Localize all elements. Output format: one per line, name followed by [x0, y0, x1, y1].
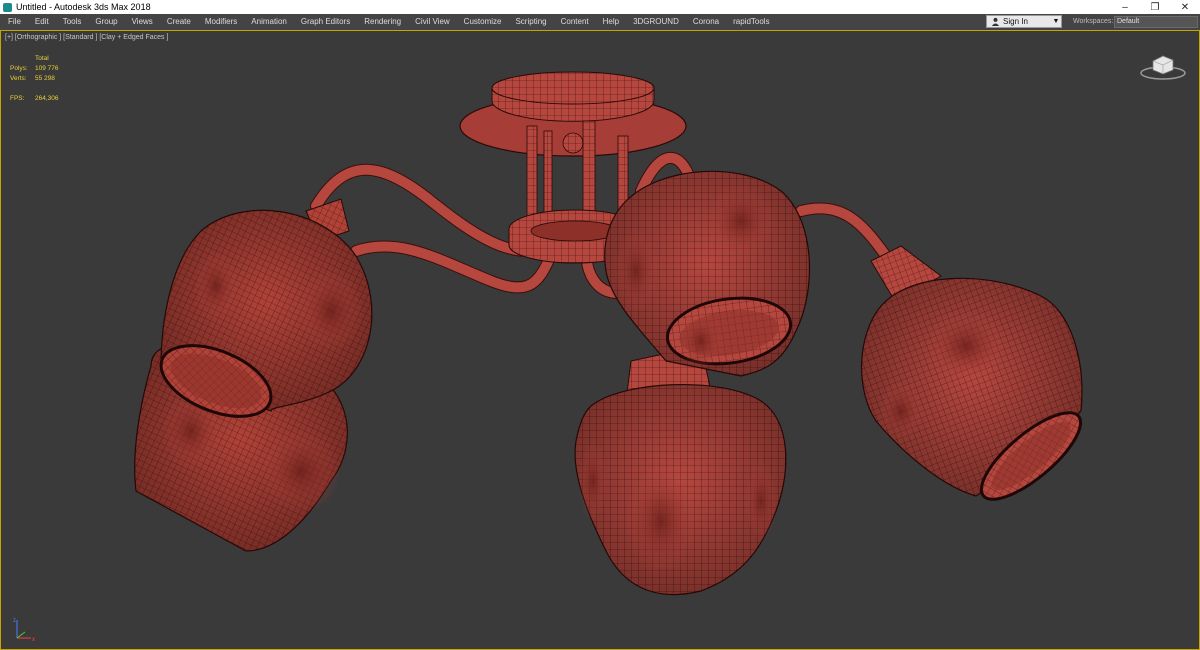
menu-tools[interactable]: Tools [56, 14, 89, 30]
menu-scripting[interactable]: Scripting [508, 14, 553, 30]
fps-value: 264,306 [35, 95, 59, 102]
menu-group[interactable]: Group [88, 14, 124, 30]
title-bar: Untitled - Autodesk 3ds Max 2018 – ❐ ✕ [0, 0, 1200, 14]
lamp-shade-center-front [574, 384, 787, 596]
menu-help[interactable]: Help [596, 14, 626, 30]
axis-x-label: x [32, 637, 35, 643]
verts-value: 55 298 [35, 75, 55, 82]
menu-views[interactable]: Views [125, 14, 160, 30]
workspaces-label: Workspaces: [1073, 18, 1114, 25]
viewcube-icon[interactable] [1139, 51, 1187, 81]
axis-tripod-icon: z x [11, 614, 41, 644]
workspaces-select[interactable]: Default [1114, 16, 1198, 28]
restore-button[interactable]: ❐ [1140, 0, 1170, 14]
fps-label: FPS: [10, 95, 25, 102]
menu-create[interactable]: Create [160, 14, 198, 30]
viewport-label-menu[interactable]: [+] [Orthographic ] [Standard ] [Clay + … [5, 34, 168, 41]
lamp-shade-upper-center [604, 170, 811, 377]
menu-edit[interactable]: Edit [28, 14, 56, 30]
user-icon [990, 17, 1000, 27]
menu-rendering[interactable]: Rendering [357, 14, 408, 30]
sign-in-dropdown[interactable]: Sign In ▼ [986, 15, 1062, 28]
viewport-statistics: Total Polys: 109 776 Verts: 55 298 FPS: 264… [10, 54, 59, 104]
menu-file[interactable]: File [0, 14, 28, 30]
3dsmax-app-icon [3, 2, 12, 12]
menu-animation[interactable]: Animation [244, 14, 294, 30]
polys-value: 109 776 [35, 65, 59, 72]
perspective-viewport[interactable]: [+] [Orthographic ] [Standard ] [Clay + … [0, 30, 1200, 650]
chandelier-model[interactable] [1, 31, 1200, 650]
sign-in-label: Sign In [1003, 17, 1028, 26]
menu-rapidtools[interactable]: rapidTools [726, 14, 776, 30]
lamp-shade-right [861, 277, 1083, 501]
polys-label: Polys: [10, 65, 28, 72]
menu-3dground[interactable]: 3DGROUND [626, 14, 686, 30]
axis-z-label: z [13, 618, 16, 624]
chevron-down-icon: ▼ [1052, 18, 1060, 25]
minimize-button[interactable]: – [1110, 0, 1140, 14]
menu-content[interactable]: Content [554, 14, 596, 30]
window-title: Untitled - Autodesk 3ds Max 2018 [16, 2, 151, 12]
verts-label: Verts: [10, 75, 27, 82]
menu-civil-view[interactable]: Civil View [408, 14, 457, 30]
menu-customize[interactable]: Customize [457, 14, 509, 30]
close-button[interactable]: ✕ [1170, 0, 1200, 14]
stats-header: Total [35, 55, 49, 62]
menu-modifiers[interactable]: Modifiers [198, 14, 244, 30]
menu-graph-editors[interactable]: Graph Editors [294, 14, 357, 30]
menu-corona[interactable]: Corona [686, 14, 726, 30]
